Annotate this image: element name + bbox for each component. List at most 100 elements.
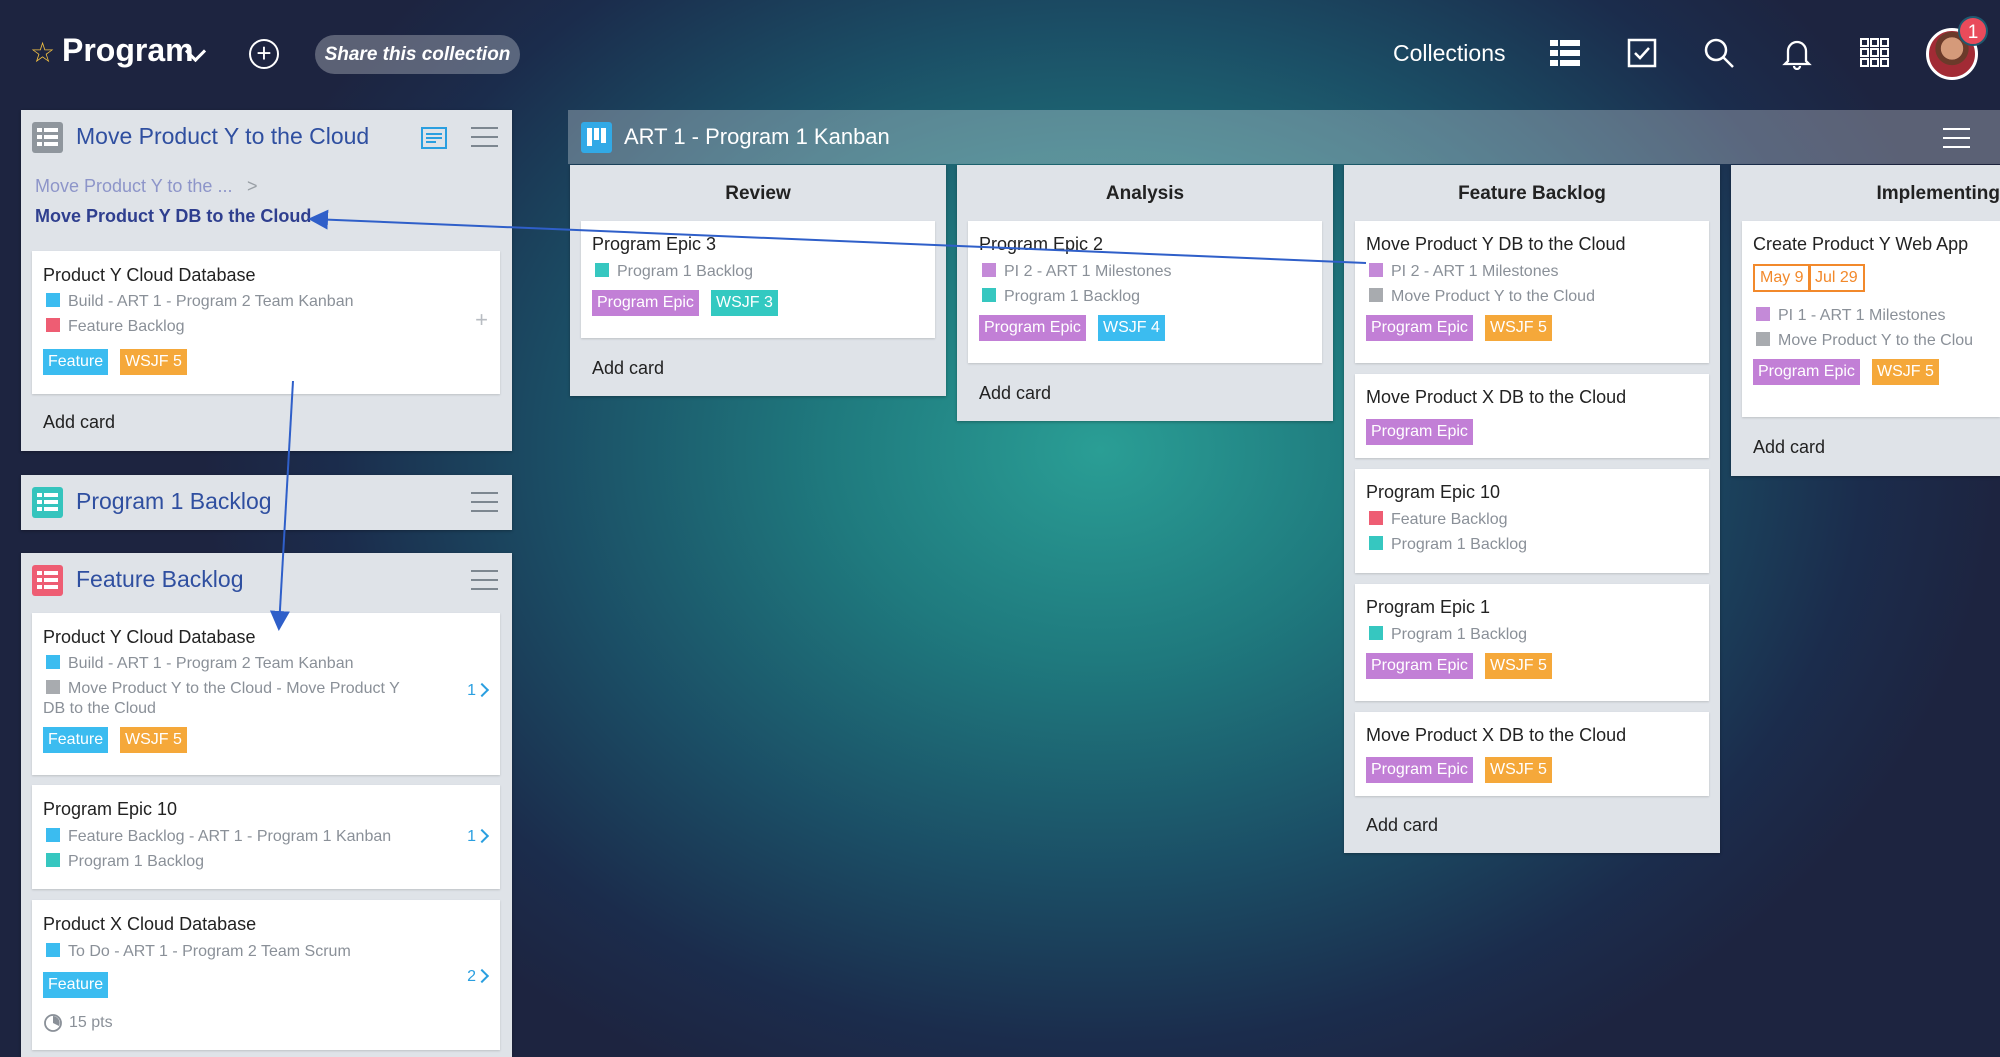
wsjf-tag: WSJF 5 xyxy=(1485,653,1552,679)
card-title: Product X Cloud Database xyxy=(43,914,257,934)
panel-title[interactable]: Feature Backlog xyxy=(76,566,243,593)
list-icon[interactable] xyxy=(1548,36,1582,70)
card-title: Move Product Y DB to the Cloud xyxy=(1366,234,1626,254)
wsjf-tag: WSJF 5 xyxy=(120,727,187,753)
column-title[interactable]: Review xyxy=(570,183,946,205)
column-feature-backlog: Feature Backlog Move Product Y DB to the… xyxy=(1344,165,1720,853)
panel-menu-icon[interactable] xyxy=(471,127,498,147)
story-points: 15 pts xyxy=(69,1014,113,1031)
column-title[interactable]: Analysis xyxy=(957,183,1333,205)
card-move-product-x-db[interactable]: Move Product X DB to the Cloud Program E… xyxy=(1355,712,1709,796)
card-product-y-cloud-database[interactable]: Product Y Cloud Database Build - ART 1 -… xyxy=(32,613,500,775)
grid-icon[interactable] xyxy=(1858,36,1892,70)
card-meta: Program 1 Backlog xyxy=(595,263,753,281)
card-program-epic-10[interactable]: Program Epic 10 Feature Backlog Program … xyxy=(1355,469,1709,573)
kanban-title[interactable]: ART 1 - Program 1 Kanban xyxy=(624,124,890,150)
card-meta: Move Product Y to the Cloud - Move Produ… xyxy=(46,680,400,698)
card-meta: Build - ART 1 - Program 2 Team Kanban xyxy=(46,655,353,673)
column-analysis: Analysis Program Epic 2 PI 2 - ART 1 Mil… xyxy=(957,165,1333,421)
card-title: Program Epic 2 xyxy=(979,234,1104,254)
panel-header: Program 1 Backlog xyxy=(21,475,512,529)
plus-icon[interactable]: + xyxy=(475,307,488,333)
card-move-product-y-db[interactable]: Move Product Y DB to the Cloud PI 2 - AR… xyxy=(1355,221,1709,363)
card-meta: Program 1 Backlog xyxy=(1369,626,1527,644)
feature-tag: Feature xyxy=(43,727,109,753)
column-implementing: Implementing Create Product Y Web App Ma… xyxy=(1731,165,2000,476)
card-view-icon[interactable] xyxy=(421,127,447,149)
breadcrumb-parent[interactable]: Move Product Y to the ... xyxy=(35,176,232,197)
card-meta: Feature Backlog xyxy=(1369,511,1508,529)
card-title: Program Epic 3 xyxy=(592,234,717,254)
column-title[interactable]: Feature Backlog xyxy=(1344,183,1720,205)
card-meta: PI 2 - ART 1 Milestones xyxy=(982,263,1171,281)
chevron-right-icon[interactable] xyxy=(474,828,490,844)
collections-link[interactable]: Collections xyxy=(1393,40,1506,67)
link-count[interactable]: 2 xyxy=(467,968,476,986)
card-program-epic-2[interactable]: Program Epic 2 PI 2 - ART 1 Milestones P… xyxy=(968,221,1322,363)
card-product-x-cloud-database[interactable]: Product X Cloud Database To Do - ART 1 -… xyxy=(32,900,500,1050)
wsjf-tag: WSJF 4 xyxy=(1098,315,1165,341)
wsjf-tag: WSJF 5 xyxy=(1872,359,1939,385)
plus-circle-icon[interactable]: + xyxy=(249,39,279,69)
search-icon[interactable] xyxy=(1702,36,1736,70)
checkbox-icon[interactable] xyxy=(1625,36,1659,70)
card-meta: DB to the Cloud xyxy=(43,700,156,717)
card-program-epic-1[interactable]: Program Epic 1 Program 1 Backlog Program… xyxy=(1355,584,1709,701)
card-title: Program Epic 10 xyxy=(1366,482,1501,502)
panel-program-1-backlog: Program 1 Backlog xyxy=(21,475,512,530)
list-board-icon xyxy=(32,122,63,153)
link-count[interactable]: 1 xyxy=(467,828,476,846)
chevron-right-icon[interactable] xyxy=(474,682,490,698)
card-meta: Build - ART 1 - Program 2 Team Kanban xyxy=(46,293,353,311)
panel-title[interactable]: Move Product Y to the Cloud xyxy=(76,123,369,150)
bell-icon[interactable] xyxy=(1780,36,1814,70)
chevron-right-icon[interactable] xyxy=(474,968,490,984)
start-date: May 9 xyxy=(1753,264,1811,292)
card-meta: Program 1 Backlog xyxy=(46,853,204,871)
add-card-link[interactable]: Add card xyxy=(592,358,664,379)
panel-menu-icon[interactable] xyxy=(471,492,498,512)
panel-title[interactable]: Program 1 Backlog xyxy=(76,488,272,515)
share-collection-button[interactable]: Share this collection xyxy=(315,35,520,74)
card-meta: Feature Backlog - ART 1 - Program 1 Kanb… xyxy=(46,828,391,846)
clock-icon xyxy=(44,1014,62,1032)
card-title: Program Epic 10 xyxy=(43,799,178,819)
card-program-epic-10[interactable]: Program Epic 10 Feature Backlog - ART 1 … xyxy=(32,785,500,889)
card-product-y-cloud-database[interactable]: Product Y Cloud Database Build - ART 1 -… xyxy=(32,251,500,394)
link-count[interactable]: 1 xyxy=(467,682,476,700)
program-epic-tag: Program Epic xyxy=(979,315,1086,341)
card-meta: PI 2 - ART 1 Milestones xyxy=(1369,263,1558,281)
feature-tag: Feature xyxy=(43,349,109,375)
card-title: Program Epic 1 xyxy=(1366,597,1491,617)
due-date: Jul 29 xyxy=(1808,264,1865,292)
card-title: Move Product X DB to the Cloud xyxy=(1366,725,1627,745)
collection-title[interactable]: Program xyxy=(62,32,194,69)
breadcrumb-separator: > xyxy=(247,176,258,196)
wsjf-tag: WSJF 5 xyxy=(1485,757,1552,783)
column-title[interactable]: Implementing xyxy=(1740,183,2000,205)
card-title: Product Y Cloud Database xyxy=(43,265,256,285)
add-card-link[interactable]: Add card xyxy=(43,412,115,433)
add-card-link[interactable]: Add card xyxy=(1753,437,1825,458)
card-create-product-y-web-app[interactable]: Create Product Y Web App May 9 Jul 29 PI… xyxy=(1742,221,2000,417)
program-epic-tag: Program Epic xyxy=(1366,419,1473,445)
kanban-menu-icon[interactable] xyxy=(1943,128,1970,148)
program-epic-tag: Program Epic xyxy=(1366,757,1473,783)
list-board-icon xyxy=(32,487,63,518)
star-icon[interactable]: ☆ xyxy=(30,39,56,67)
breadcrumb-current[interactable]: Move Product Y DB to the Cloud xyxy=(35,206,311,227)
panel-move-product-y: Move Product Y to the Cloud Move Product… xyxy=(21,110,512,451)
card-move-product-x-db[interactable]: Move Product X DB to the Cloud Program E… xyxy=(1355,374,1709,458)
card-meta: Move Product Y to the Cloud xyxy=(1369,288,1595,306)
card-title: Create Product Y Web App xyxy=(1753,234,1969,254)
add-card-link[interactable]: Add card xyxy=(979,383,1051,404)
column-review: Review Program Epic 3 Program 1 Backlog … xyxy=(570,165,946,396)
panel-feature-backlog: Feature Backlog Product Y Cloud Database… xyxy=(21,553,512,1057)
panel-menu-icon[interactable] xyxy=(471,570,498,590)
add-card-link[interactable]: Add card xyxy=(1366,815,1438,836)
panel-header: Move Product Y to the Cloud xyxy=(21,110,512,164)
card-meta: PI 1 - ART 1 Milestones xyxy=(1756,307,1945,325)
list-board-icon xyxy=(32,565,63,596)
notification-badge: 1 xyxy=(1958,16,1988,46)
card-program-epic-3[interactable]: Program Epic 3 Program 1 Backlog Program… xyxy=(581,221,935,338)
